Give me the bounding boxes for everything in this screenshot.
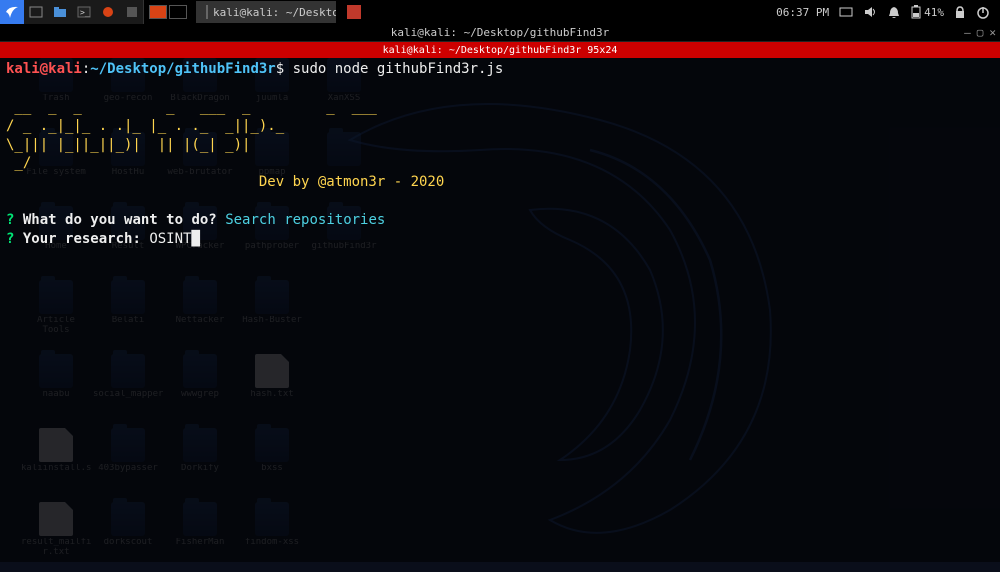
taskbar-item-label: kali@kali: ~/Desktop/git…	[213, 6, 336, 19]
clock[interactable]: 06:37 PM	[776, 6, 829, 19]
terminal-icon	[206, 5, 208, 19]
question-1-label: What do you want to do?	[23, 212, 217, 228]
ascii-art-line: __ _ _ _ ___ _ _ ___	[6, 99, 427, 115]
taskbar-item-terminal[interactable]: kali@kali: ~/Desktop/git…	[196, 1, 336, 23]
question-2-answer: OSINT	[149, 231, 191, 247]
file-manager-button[interactable]	[48, 0, 72, 24]
maximize-button[interactable]: ▢	[977, 26, 984, 39]
ascii-art-line: / _ ._|_|_ . .|_ |_ . ._ _||_)._	[6, 118, 284, 134]
terminal-window: kali@kali: ~/Desktop/githubFind3r — ▢ ✕ …	[0, 24, 1000, 562]
ascii-art-line: \_||| |_||_||_)| || |(_| _)|	[6, 137, 259, 153]
prompt-dollar: $	[276, 61, 284, 77]
notifications-icon[interactable]	[887, 5, 901, 19]
top-panel: >_ kali@kali: ~/Desktop/git… 06:37 PM	[0, 0, 1000, 24]
prompt-command: sudo node githubFind3r.js	[293, 61, 504, 77]
ascii-art-credit: Dev by @atmon3r - 2020	[6, 174, 444, 190]
show-desktop-button[interactable]	[24, 0, 48, 24]
app-launcher-button-2[interactable]	[120, 0, 144, 24]
power-icon[interactable]	[976, 5, 990, 19]
volume-icon[interactable]	[863, 5, 877, 19]
minimize-button[interactable]: —	[964, 26, 971, 39]
question-mark: ?	[6, 231, 14, 247]
workspace-2[interactable]	[169, 5, 187, 19]
taskbar-item-2[interactable]	[340, 1, 368, 23]
ascii-art-line: _/	[6, 155, 427, 171]
battery-percent: 41%	[924, 6, 944, 19]
keyboard-indicator-icon[interactable]	[839, 6, 853, 18]
battery-indicator[interactable]: 41%	[911, 5, 944, 19]
svg-text:>_: >_	[80, 8, 90, 17]
app-launcher-button[interactable]	[96, 0, 120, 24]
terminal-body[interactable]: kali@kali:~/Desktop/githubFind3r$ sudo n…	[0, 58, 1000, 562]
close-button[interactable]: ✕	[989, 26, 996, 39]
terminal-launcher-button[interactable]: >_	[72, 0, 96, 24]
cursor: █	[191, 231, 199, 247]
question-1-answer: Search repositories	[225, 212, 385, 228]
terminal-subtitle-bar: kali@kali: ~/Desktop/githubFind3r 95x24	[0, 42, 1000, 58]
workspace-1[interactable]	[149, 5, 167, 19]
prompt-user: kali@kali	[6, 61, 82, 77]
app-icon	[347, 5, 361, 19]
question-2-label: Your research:	[23, 231, 141, 247]
terminal-title: kali@kali: ~/Desktop/githubFind3r	[391, 26, 610, 39]
question-mark: ?	[6, 212, 14, 228]
kali-menu-button[interactable]	[0, 0, 24, 24]
terminal-titlebar[interactable]: kali@kali: ~/Desktop/githubFind3r — ▢ ✕	[0, 24, 1000, 42]
terminal-subtitle: kali@kali: ~/Desktop/githubFind3r 95x24	[383, 45, 618, 56]
prompt-path: ~/Desktop/githubFind3r	[90, 61, 275, 77]
workspace-switcher[interactable]	[148, 5, 188, 19]
terminal-tab-indicator[interactable]	[2, 44, 10, 56]
lock-icon[interactable]	[954, 5, 966, 19]
